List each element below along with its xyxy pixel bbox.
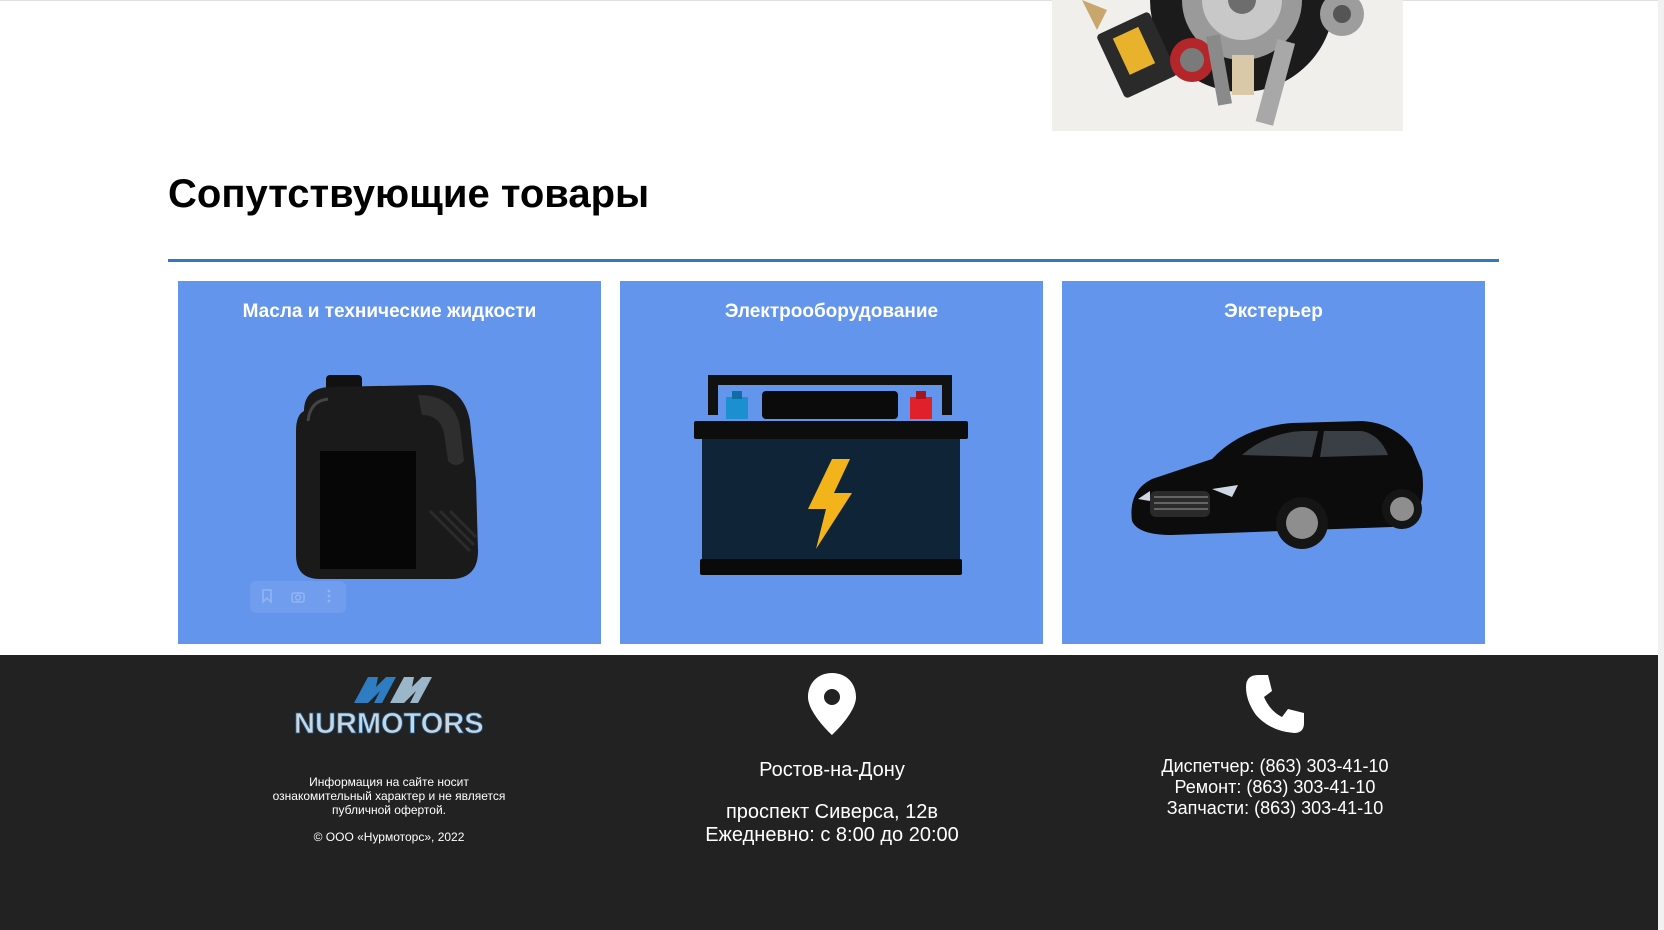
legal-disclaimer: Информация на сайте носит ознакомительны… [272,775,506,817]
phone-parts[interactable]: Запчасти: (863) 303-41-10 [1135,798,1415,819]
site-footer: NURMOTORS Информация на сайте носит озна… [0,655,1658,930]
section-title: Сопутствующие товары [168,172,650,216]
card-title-oils: Масла и технические жидкости [242,301,537,322]
image-hover-toolbar [250,581,346,613]
location-pin-icon [808,673,856,735]
phone-dispatcher[interactable]: Диспетчер: (863) 303-41-10 [1135,756,1415,777]
category-card-electrical[interactable]: Электрооборудование [620,281,1043,644]
oil-canister-icon [178,351,601,591]
category-card-oils[interactable]: Масла и технические жидкости [178,281,601,644]
logo-text: NURMOTORS [294,708,484,737]
opening-hours: Ежедневно: с 8:00 до 20:00 [705,824,959,846]
copyright: © ООО «Нурмоторс», 2022 [313,830,465,844]
phone-list: Диспетчер: (863) 303-41-10 Ремонт: (863)… [1135,756,1415,819]
address-block: проспект Сиверса, 12в Ежедневно: с 8:00 … [700,801,964,847]
card-title-electrical: Электрооборудование [724,301,939,322]
car-icon [1062,351,1485,591]
city: Ростов-на-Дону [759,759,905,781]
auto-parts-image [1052,0,1403,131]
category-card-exterior[interactable]: Экстерьер [1062,281,1485,644]
phone-icon [1244,673,1306,735]
card-title-exterior: Экстерьер [1224,301,1323,322]
top-divider [0,0,1664,1]
section-title-rule [168,259,1499,262]
car-battery-icon [620,351,1043,591]
bookmark-icon[interactable] [259,588,275,604]
street-address: проспект Сиверса, 12в [725,801,939,823]
page-scrollbar[interactable] [1658,0,1664,930]
camera-icon[interactable] [290,588,306,604]
nurmotors-logo[interactable]: NURMOTORS [294,673,484,740]
more-options-icon[interactable] [321,588,337,604]
phone-repair[interactable]: Ремонт: (863) 303-41-10 [1135,777,1415,798]
